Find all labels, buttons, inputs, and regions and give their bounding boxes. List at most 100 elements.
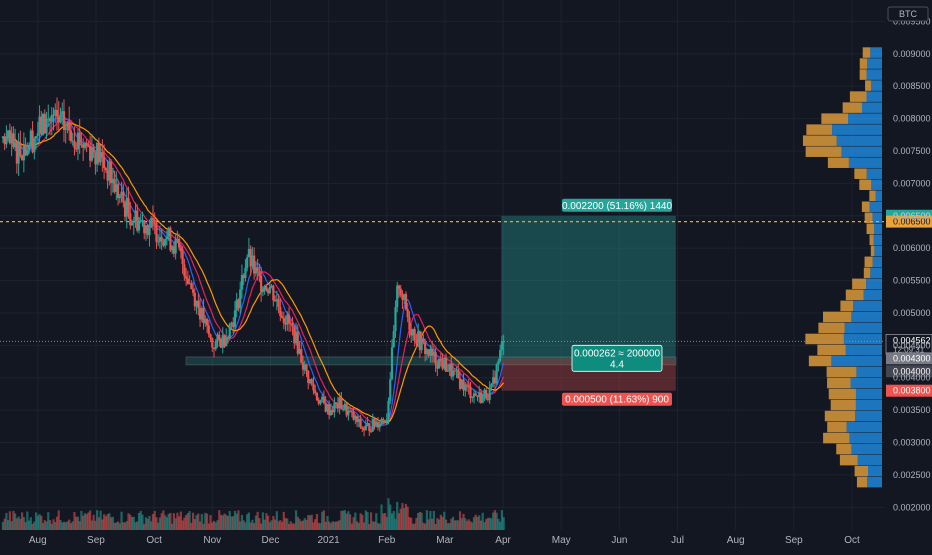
candle-body (291, 323, 294, 327)
candle-body (471, 397, 474, 399)
center-label-line1: 0.000262 ≈ 200000 (574, 348, 661, 359)
candle-body (181, 251, 184, 265)
candle-body (280, 316, 284, 318)
volume-profile-up-bar (874, 245, 882, 257)
candle-body (495, 364, 498, 384)
candle-body (64, 127, 67, 130)
volume-profile-down-bar (849, 91, 867, 102)
candle-body (26, 149, 29, 156)
x-axis: Aug Sep Oct Nov Dec 2021 Feb Mar Apr May Jun Jul Aug… (29, 535, 860, 546)
candle-body (183, 264, 186, 277)
volume-profile-down-bar (854, 465, 868, 477)
volume-profile-up-bar (861, 102, 882, 113)
volume-profile-down-bar (865, 80, 872, 91)
candle-body (186, 278, 189, 284)
candle-body (279, 307, 282, 317)
candle-body (197, 300, 200, 308)
candle-body (319, 399, 322, 404)
y-tick-label: 0.008500 (893, 81, 931, 91)
candle-body (256, 267, 259, 272)
candle-body (19, 142, 22, 156)
candle-body (260, 275, 263, 292)
candle-body (127, 198, 130, 214)
chart[interactable]: 0.002200 (51.16%) 1440 0.000500 (11.63%) … (0, 0, 932, 550)
candle-body (314, 390, 317, 394)
position-target-zone[interactable] (501, 215, 676, 359)
volume-profile-up-bar (841, 146, 882, 157)
candle-body (305, 364, 308, 372)
y-tick-label: 0.007500 (893, 146, 931, 156)
volume-profile-up-bar (863, 289, 882, 301)
candle-body (272, 285, 275, 301)
volume-profile-up-bar (832, 124, 882, 135)
candle-body (282, 317, 285, 324)
candle-body (137, 220, 141, 231)
volume-profile-down-bar (870, 245, 875, 257)
candle-body (404, 293, 408, 310)
chart-canvas[interactable]: 0.002200 (51.16%) 1440 0.000500 (11.63%) … (0, 0, 932, 550)
x-tick-label: Aug (727, 535, 745, 546)
stop-label-text: 0.000500 (11.63%) 900 (565, 395, 669, 406)
x-tick-label: Nov (203, 535, 221, 546)
volume-profile-up-bar (869, 201, 882, 213)
candle-body (497, 360, 500, 365)
volume-profile-up-bar (831, 355, 882, 367)
x-tick-label: Dec (262, 535, 280, 546)
candle-body (179, 247, 182, 252)
volume-profile-up-bar (846, 421, 882, 433)
candle-body (312, 383, 315, 391)
candle-body (55, 109, 59, 117)
volume-profile-up-bar (850, 377, 882, 389)
candle-body (218, 334, 221, 340)
volume-profile-up-bar (853, 300, 882, 312)
candle-body (244, 267, 247, 279)
volume-profile-down-bar (862, 47, 871, 58)
candle-body (488, 387, 491, 400)
volume-profile-down-bar (861, 201, 870, 213)
y-tick-label: 0.005000 (893, 308, 931, 318)
y-tick-label: 0.006500 (893, 211, 931, 221)
volume-profile-up-bar (851, 443, 882, 455)
candle-body (258, 271, 261, 276)
y-tick-label: 0.005500 (893, 276, 931, 286)
y-tick-label: 0.006000 (893, 243, 931, 253)
x-tick-label: Sep (87, 535, 105, 546)
volume-profile-up-bar (866, 278, 882, 290)
volume-profile-up-bar (871, 179, 882, 190)
volume-profile-up-bar (848, 157, 882, 168)
volume-profile-down-bar (822, 311, 852, 323)
center-label-line2: 4.4 (610, 359, 624, 370)
candle-body (368, 423, 371, 432)
volume-profile-up-bar (836, 135, 882, 146)
x-tick-label: 2021 (317, 535, 340, 546)
volume-profile-down-bar (808, 355, 832, 367)
x-tick-label: Oct (844, 535, 860, 546)
x-tick-label: Oct (146, 535, 162, 546)
volume-profile-up-bar (866, 168, 882, 179)
volume-profile-down-bar (859, 179, 872, 190)
candle-body (68, 121, 71, 131)
volume-profile-down-bar (863, 267, 871, 279)
volume-profile-down-bar (805, 333, 844, 345)
volume-profile-down-bar (845, 289, 864, 301)
volume-profile-down-bar (859, 58, 868, 69)
volume-profile-up-bar (851, 311, 882, 323)
candle-body (214, 341, 217, 349)
candle-body (246, 257, 249, 268)
volume-profile-down-bar (864, 256, 873, 268)
candle-body (387, 400, 390, 420)
candle-body (277, 299, 280, 308)
candle-body (467, 385, 470, 388)
x-tick-label: Jul (671, 535, 684, 546)
volume-profile-up-bar (867, 476, 882, 488)
volume-profile-down-bar (869, 190, 876, 202)
volume-profile-down-bar (854, 168, 867, 179)
candle-body (130, 222, 134, 226)
volume-profile-down-bar (836, 443, 852, 455)
candle-body (225, 337, 228, 347)
candle-body (155, 222, 158, 242)
volume-profile-down-bar (866, 223, 875, 235)
candle-body (485, 389, 488, 399)
volume-profile-down-bar (826, 366, 857, 378)
candle-body (408, 317, 411, 330)
